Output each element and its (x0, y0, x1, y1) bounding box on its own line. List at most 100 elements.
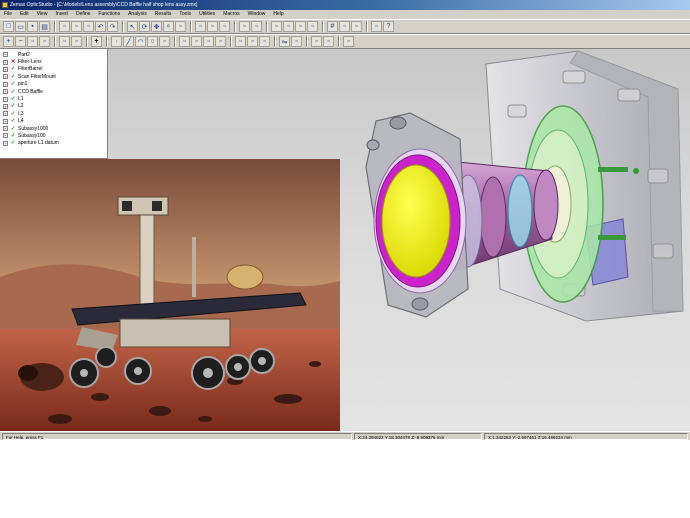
zoom-window-icon[interactable]: ▫ (27, 36, 38, 47)
render-icon[interactable]: ▫ (343, 36, 354, 47)
fit-icon[interactable]: ▫ (175, 21, 186, 32)
zoom-out-icon[interactable]: − (15, 36, 26, 47)
tree-item[interactable]: + ✓ L2 (0, 103, 107, 110)
spline-icon[interactable]: ▫ (159, 36, 170, 47)
shell-icon[interactable]: ▫ (259, 36, 270, 47)
orbit-icon[interactable]: ▫ (59, 36, 70, 47)
tree-item[interactable]: + Part2 (0, 51, 107, 58)
cut-icon[interactable]: ▫ (59, 21, 70, 32)
chamfer-icon[interactable]: ▫ (247, 36, 258, 47)
menu-utilities[interactable]: Utilities (199, 10, 215, 19)
tree-item[interactable]: + ✓ L3 (0, 110, 107, 117)
menu-view[interactable]: View (37, 10, 48, 19)
fillet-icon[interactable]: ▫ (235, 36, 246, 47)
open-icon[interactable]: ▭ (15, 21, 26, 32)
expand-icon[interactable]: + (3, 96, 8, 102)
menu-window[interactable]: Window (248, 10, 266, 19)
plus-icon[interactable]: + (91, 36, 102, 47)
line-icon[interactable]: ╱ (123, 36, 134, 47)
arc-icon[interactable]: ◠ (135, 36, 146, 47)
hidden-icon[interactable]: ▫ (219, 21, 230, 32)
expand-icon[interactable]: + (3, 118, 8, 124)
expand-icon[interactable]: + (3, 111, 8, 117)
tree-item[interactable]: + ✓ Scan FilterMount (0, 73, 107, 80)
toolbar-separator (366, 21, 368, 32)
front-view-icon[interactable]: ▫ (271, 21, 282, 32)
expand-icon[interactable]: + (3, 133, 8, 139)
pointer-icon[interactable]: ↖ (127, 21, 138, 32)
boolean-icon[interactable]: ▫ (311, 36, 322, 47)
status-help-text: For Help, press F1 (2, 433, 352, 440)
menu-analysis[interactable]: Analysis (128, 10, 147, 19)
menu-edit[interactable]: Edit (20, 10, 29, 19)
color-icon[interactable]: ▫ (251, 21, 262, 32)
tree-item[interactable]: + ✓ Subassy100 (0, 132, 107, 139)
menu-functions[interactable]: Functions (98, 10, 120, 19)
tree-item[interactable]: + ✓ pin1 (0, 81, 107, 88)
feature-tree[interactable]: + Part2 + ✕ Filter-Lens + ✓ FilterBarrel + ✓ Scan … (0, 49, 108, 159)
title-bar[interactable]: Zemax OpticStudio - [C:\Models\Lens asse… (0, 0, 690, 10)
measure-icon[interactable]: ▫ (351, 21, 362, 32)
tree-item[interactable]: + ✓ L4 (0, 118, 107, 125)
menu-file[interactable]: File (4, 10, 12, 19)
expand-icon[interactable]: + (3, 81, 8, 87)
menu-insert[interactable]: Insert (55, 10, 68, 19)
snap-icon[interactable]: ▫ (339, 21, 350, 32)
redo-icon[interactable]: ↷ (107, 21, 118, 32)
expand-icon[interactable]: + (3, 89, 8, 95)
side-view-icon[interactable]: ▫ (295, 21, 306, 32)
iso-view-icon[interactable]: ▫ (307, 21, 318, 32)
grid-icon[interactable]: # (327, 21, 338, 32)
zoom-all-icon[interactable]: ▫ (39, 36, 50, 47)
layer-icon[interactable]: ▫ (239, 21, 250, 32)
help-icon[interactable]: ? (383, 21, 394, 32)
tree-item[interactable]: + ✕ Filter-Lens (0, 58, 107, 65)
expand-icon[interactable]: + (3, 66, 8, 72)
menu-tools[interactable]: Tools (179, 10, 191, 19)
expand-icon[interactable]: + (3, 52, 8, 58)
tree-item-label: pin1 (18, 81, 28, 88)
tree-item[interactable]: + ✓ L1 (0, 95, 107, 102)
menu-help[interactable]: Help (273, 10, 283, 19)
extrude-icon[interactable]: ▫ (179, 36, 190, 47)
tree-item[interactable]: + ✓ aperture L1 datum (0, 140, 107, 147)
split-icon[interactable]: ▫ (323, 36, 334, 47)
tree-item[interactable]: + ✓ Subassy1000 (0, 125, 107, 132)
loft-icon[interactable]: ▫ (215, 36, 226, 47)
tree-item[interactable]: + ✓ FilterBarrel (0, 66, 107, 73)
tree-item[interactable]: + ✓ CCD Baffle (0, 88, 107, 95)
menu-define[interactable]: Define (76, 10, 90, 19)
expand-icon[interactable]: + (3, 103, 8, 109)
print-icon[interactable]: ▤ (39, 21, 50, 32)
zoom-icon[interactable]: ⌕ (163, 21, 174, 32)
rotate-icon[interactable]: ⟳ (139, 21, 150, 32)
walk-icon[interactable]: ▫ (71, 36, 82, 47)
front-lens[interactable] (373, 148, 467, 294)
circle-icon[interactable]: ○ (147, 36, 158, 47)
point-icon[interactable]: · (111, 36, 122, 47)
pan-icon[interactable]: ✥ (151, 21, 162, 32)
toolbar-separator (266, 21, 268, 32)
expand-icon[interactable]: + (3, 59, 8, 65)
properties-icon[interactable]: ▫ (371, 21, 382, 32)
copy-icon[interactable]: ▫ (71, 21, 82, 32)
alignment-pin[interactable] (633, 168, 639, 174)
cad-application-window: Zemax OpticStudio - [C:\Models\Lens asse… (0, 0, 690, 440)
zoom-in-icon[interactable]: + (3, 36, 14, 47)
undo-icon[interactable]: ↶ (95, 21, 106, 32)
expand-icon[interactable]: + (3, 140, 8, 146)
expand-icon[interactable]: + (3, 74, 8, 80)
sweep-icon[interactable]: ▫ (203, 36, 214, 47)
menu-results[interactable]: Results (155, 10, 172, 19)
expand-icon[interactable]: + (3, 126, 8, 132)
paste-icon[interactable]: ▫ (83, 21, 94, 32)
save-icon[interactable]: ▪ (27, 21, 38, 32)
mirror-icon[interactable]: ⇋ (279, 36, 290, 47)
top-view-icon[interactable]: ▫ (283, 21, 294, 32)
pattern-icon[interactable]: ▫ (291, 36, 302, 47)
revolve-icon[interactable]: ▫ (191, 36, 202, 47)
menu-macros[interactable]: Macros (223, 10, 239, 19)
wire-icon[interactable]: ▫ (207, 21, 218, 32)
shade-icon[interactable]: ▫ (195, 21, 206, 32)
new-icon[interactable]: □ (3, 21, 14, 32)
